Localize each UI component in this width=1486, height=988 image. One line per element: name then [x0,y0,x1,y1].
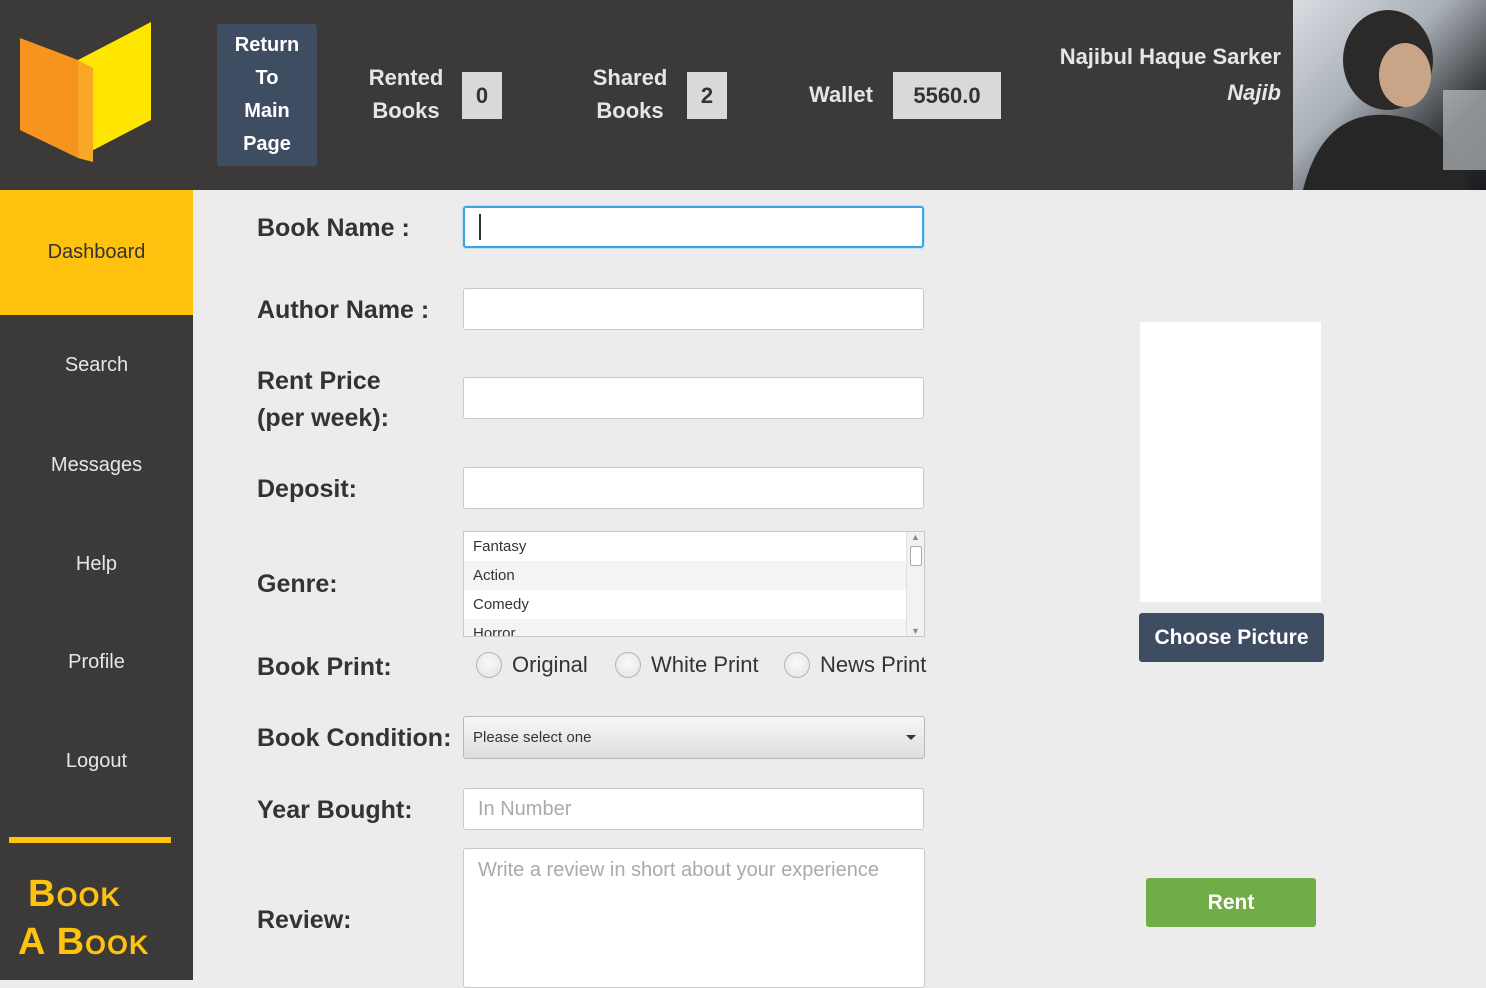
brand-line1: Book [28,873,121,915]
sidebar-item-label: Logout [65,749,128,772]
sidebar-item-profile[interactable]: Profile [0,612,193,712]
wallet-label: Wallet [809,82,873,107]
rented-label-line1: Rented [368,65,444,90]
sidebar-item-label: Help [75,552,118,575]
book-condition-value: Please select one [473,729,592,746]
rent-button[interactable]: Rent [1146,878,1316,927]
radio-original[interactable] [476,652,502,678]
print-option-news-print[interactable]: News Print [784,652,926,678]
deposit-label: Deposit: [257,475,357,503]
shared-label-line2: Books [596,98,664,123]
choose-picture-button[interactable]: Choose Picture [1139,613,1324,662]
text-caret [479,214,481,240]
rented-count: 0 [462,72,502,119]
print-option-white-print[interactable]: White Print [615,652,759,678]
genre-option-action[interactable]: Action [464,561,906,590]
sidebar: Dashboard Search Messages Help Profile L… [0,190,193,980]
scroll-down-icon[interactable]: ▼ [911,626,920,636]
rent-price-input[interactable] [463,377,924,419]
author-name-input[interactable] [463,288,924,330]
book-condition-label: Book Condition: [257,724,452,752]
shared-count: 2 [687,72,727,119]
genre-listbox[interactable]: Fantasy Action Comedy Horror ▲ ▼ [463,531,925,637]
sidebar-item-search[interactable]: Search [0,315,193,415]
genre-option-horror[interactable]: Horror [464,619,906,636]
radio-label-white-print: White Print [651,652,759,677]
sidebar-item-dashboard[interactable]: Dashboard [0,190,193,315]
sidebar-item-help[interactable]: Help [0,514,193,614]
sidebar-item-messages[interactable]: Messages [0,415,193,515]
wallet-value: 5560.0 [893,72,1001,119]
deposit-input[interactable] [463,467,924,509]
radio-label-original: Original [512,652,588,677]
avatar[interactable] [1293,0,1486,190]
review-placeholder: Write a review in short about your exper… [478,859,879,881]
book-name-label: Book Name : [257,214,410,242]
book-condition-select[interactable]: Please select one [463,716,925,759]
scroll-thumb[interactable] [910,546,922,566]
user-full-name: Najibul Haque Sarker [1059,44,1281,69]
return-to-main-label: Return To Main Page [234,34,300,155]
rent-price-label-line1: Rent Price [257,367,381,395]
book-print-label: Book Print: [257,653,392,681]
book-picture-preview [1140,322,1321,602]
sidebar-item-label: Dashboard [47,241,146,263]
radio-white-print[interactable] [615,652,641,678]
user-nickname: Najib [1227,80,1281,105]
sidebar-item-label: Profile [68,650,125,673]
book-logo-icon [20,22,151,162]
review-textarea[interactable]: Write a review in short about your exper… [463,848,925,988]
shared-books-label: Shared Books [586,61,674,127]
genre-option-comedy[interactable]: Comedy [464,590,906,619]
genre-option-fantasy[interactable]: Fantasy [464,532,906,561]
book-name-input[interactable] [463,206,924,248]
sidebar-divider [9,837,171,843]
sidebar-item-label: Search [64,353,129,376]
rent-price-label: Rent Price (per week): [257,363,389,437]
radio-news-print[interactable] [784,652,810,678]
top-bar: Return To Main Page Rented Books 0 Share… [0,0,1486,190]
genre-label: Genre: [257,570,338,598]
year-bought-input[interactable]: In Number [463,788,924,830]
print-option-original[interactable]: Original [476,652,588,678]
genre-scrollbar[interactable]: ▲ ▼ [906,532,924,636]
rented-books-label: Rented Books [362,61,450,127]
review-label: Review: [257,906,352,934]
rent-price-label-line2: (per week): [257,404,389,432]
scroll-up-icon[interactable]: ▲ [911,532,920,542]
radio-label-news-print: News Print [820,652,927,677]
year-bought-label: Year Bought: [257,796,413,824]
year-bought-placeholder: In Number [478,797,572,820]
user-photo-icon [1303,10,1486,190]
sidebar-item-label: Messages [50,453,143,476]
author-name-label: Author Name : [257,296,430,324]
shared-label-line1: Shared [592,65,668,90]
sidebar-item-logout[interactable]: Logout [0,711,193,811]
brand-logo-text: Book A Book [18,870,178,966]
brand-line2: A Book [18,921,150,963]
rented-label-line2: Books [372,98,440,123]
return-to-main-button[interactable]: Return To Main Page [217,24,317,166]
chevron-down-icon [906,735,916,740]
